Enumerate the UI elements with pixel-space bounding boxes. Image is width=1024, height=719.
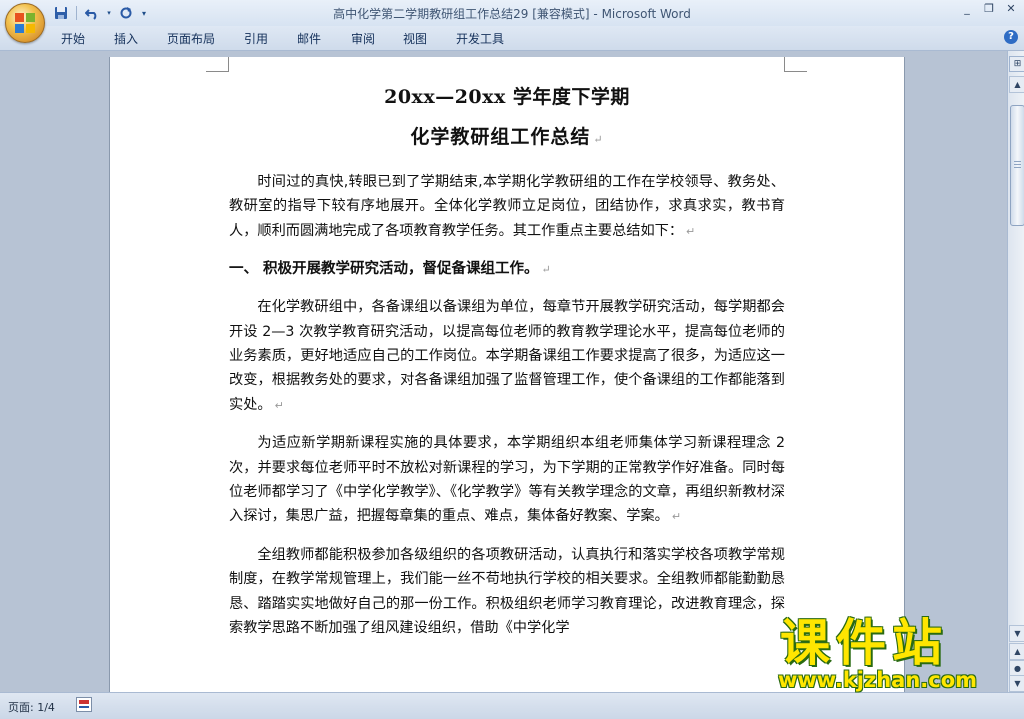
office-logo-icon bbox=[15, 13, 35, 33]
tab-view[interactable]: 视图 bbox=[403, 30, 427, 47]
window-title: 高中化学第二学期教研组工作总结29 [兼容模式] - Microsoft Wor… bbox=[0, 5, 1024, 22]
paragraph-intro: 时间过的真快,转眼已到了学期结束,本学期化学教研组的工作在学校领导、教务处、教研… bbox=[229, 170, 785, 244]
paragraph-mark: ↵ bbox=[541, 263, 551, 277]
help-icon[interactable]: ? bbox=[1004, 30, 1018, 44]
watermark-logo: 课件站 www.kjzhan.com bbox=[770, 615, 1010, 695]
paragraph-4: 全组教师都能积极参加各级组织的各项教研活动，认真执行和落实学校各项教学常规制度，… bbox=[229, 543, 785, 641]
paragraph-2: 在化学教研组中，各备课组以备课组为单位，每章节开展教学研究活动，每学期都会开设 … bbox=[229, 295, 785, 418]
proofing-language-icon[interactable] bbox=[76, 697, 92, 712]
document-name: 高中化学第二学期教研组工作总结29 [兼容模式] bbox=[333, 7, 590, 21]
paragraph-text: 为适应新学期新课程实施的具体要求，本学期组织本组老师集体学习新课程理念 2 次，… bbox=[229, 435, 785, 525]
vertical-scrollbar[interactable]: ⊞ ▲ ▼ ▲ ● ▼ bbox=[1007, 51, 1024, 692]
restore-button[interactable]: ❐ bbox=[980, 2, 998, 16]
scroll-up-arrow-icon[interactable]: ▲ bbox=[1009, 76, 1024, 93]
ruler-toggle-button[interactable]: ⊞ bbox=[1009, 56, 1024, 72]
next-page-icon[interactable]: ▼ bbox=[1009, 675, 1024, 692]
watermark-brand: 课件站 bbox=[780, 614, 948, 672]
status-bar: 页面: 1/4 bbox=[0, 692, 1024, 719]
paragraph-text: 在化学教研组中，各备课组以备课组为单位，每章节开展教学研究活动，每学期都会开设 … bbox=[229, 299, 785, 413]
document-page[interactable]: 20xx—20xx 学年度下学期 化学教研组工作总结 ↵ 时间过的真快,转眼已到了… bbox=[110, 57, 904, 692]
paragraph-mark: ↵ bbox=[686, 224, 696, 238]
tab-review[interactable]: 审阅 bbox=[351, 30, 375, 47]
tab-insert[interactable]: 插入 bbox=[114, 30, 138, 47]
app-name: Microsoft Word bbox=[601, 7, 691, 21]
watermark-url: www.kjzhan.com bbox=[778, 668, 978, 692]
section-heading-1: 一、 积极开展教学研究活动，督促备课组工作。 ↵ bbox=[229, 257, 785, 282]
paragraph-3: 为适应新学期新课程实施的具体要求，本学期组织本组老师集体学习新课程理念 2 次，… bbox=[229, 431, 785, 530]
title-line2-text: 化学教研组工作总结 bbox=[410, 126, 591, 148]
document-body[interactable]: 20xx—20xx 学年度下学期 化学教研组工作总结 ↵ 时间过的真快,转眼已到了… bbox=[229, 85, 785, 654]
scroll-down-arrow-icon[interactable]: ▼ bbox=[1009, 625, 1024, 642]
paragraph-mark: ↵ bbox=[593, 133, 604, 146]
page-indicator[interactable]: 页面: 1/4 bbox=[8, 699, 55, 715]
office-button[interactable] bbox=[5, 3, 45, 43]
tab-developer[interactable]: 开发工具 bbox=[456, 30, 504, 47]
ribbon-tabs: 开始 插入 页面布局 引用 邮件 审阅 视图 开发工具 ? bbox=[0, 26, 1024, 51]
paragraph-text: 全组教师都能积极参加各级组织的各项教研活动，认真执行和落实学校各项教学常规制度，… bbox=[229, 546, 785, 637]
paragraph-mark: ↵ bbox=[274, 398, 284, 412]
tab-references[interactable]: 引用 bbox=[244, 30, 268, 47]
minimize-button[interactable]: _ bbox=[958, 2, 976, 16]
title-separator: - bbox=[589, 7, 602, 21]
document-title-line1: 20xx—20xx 学年度下学期 bbox=[384, 86, 630, 108]
document-workspace: 20xx—20xx 学年度下学期 化学教研组工作总结 ↵ 时间过的真快,转眼已到了… bbox=[0, 51, 1007, 692]
window-controls: _ ❐ ✕ bbox=[958, 2, 1020, 16]
title-bar: ▾ ▾ 高中化学第二学期教研组工作总结29 [兼容模式] - Microsoft… bbox=[0, 0, 1024, 27]
scroll-thumb[interactable] bbox=[1010, 105, 1024, 226]
previous-page-icon[interactable]: ▲ bbox=[1009, 643, 1024, 660]
document-title-line2: 化学教研组工作总结 ↵ bbox=[229, 125, 785, 152]
close-button[interactable]: ✕ bbox=[1002, 2, 1020, 16]
tab-home[interactable]: 开始 bbox=[61, 30, 85, 47]
section-heading-text: 一、 积极开展教学研究活动，督促备课组工作。 bbox=[229, 260, 539, 278]
paragraph-mark: ↵ bbox=[671, 510, 682, 524]
paragraph-text: 时间过的真快,转眼已到了学期结束,本学期化学教研组的工作在学校领导、教务处、教研… bbox=[229, 174, 785, 239]
crop-mark-top-left bbox=[206, 57, 229, 72]
crop-mark-top-right bbox=[784, 57, 807, 72]
tab-mailings[interactable]: 邮件 bbox=[297, 30, 321, 47]
tab-page-layout[interactable]: 页面布局 bbox=[167, 30, 215, 47]
